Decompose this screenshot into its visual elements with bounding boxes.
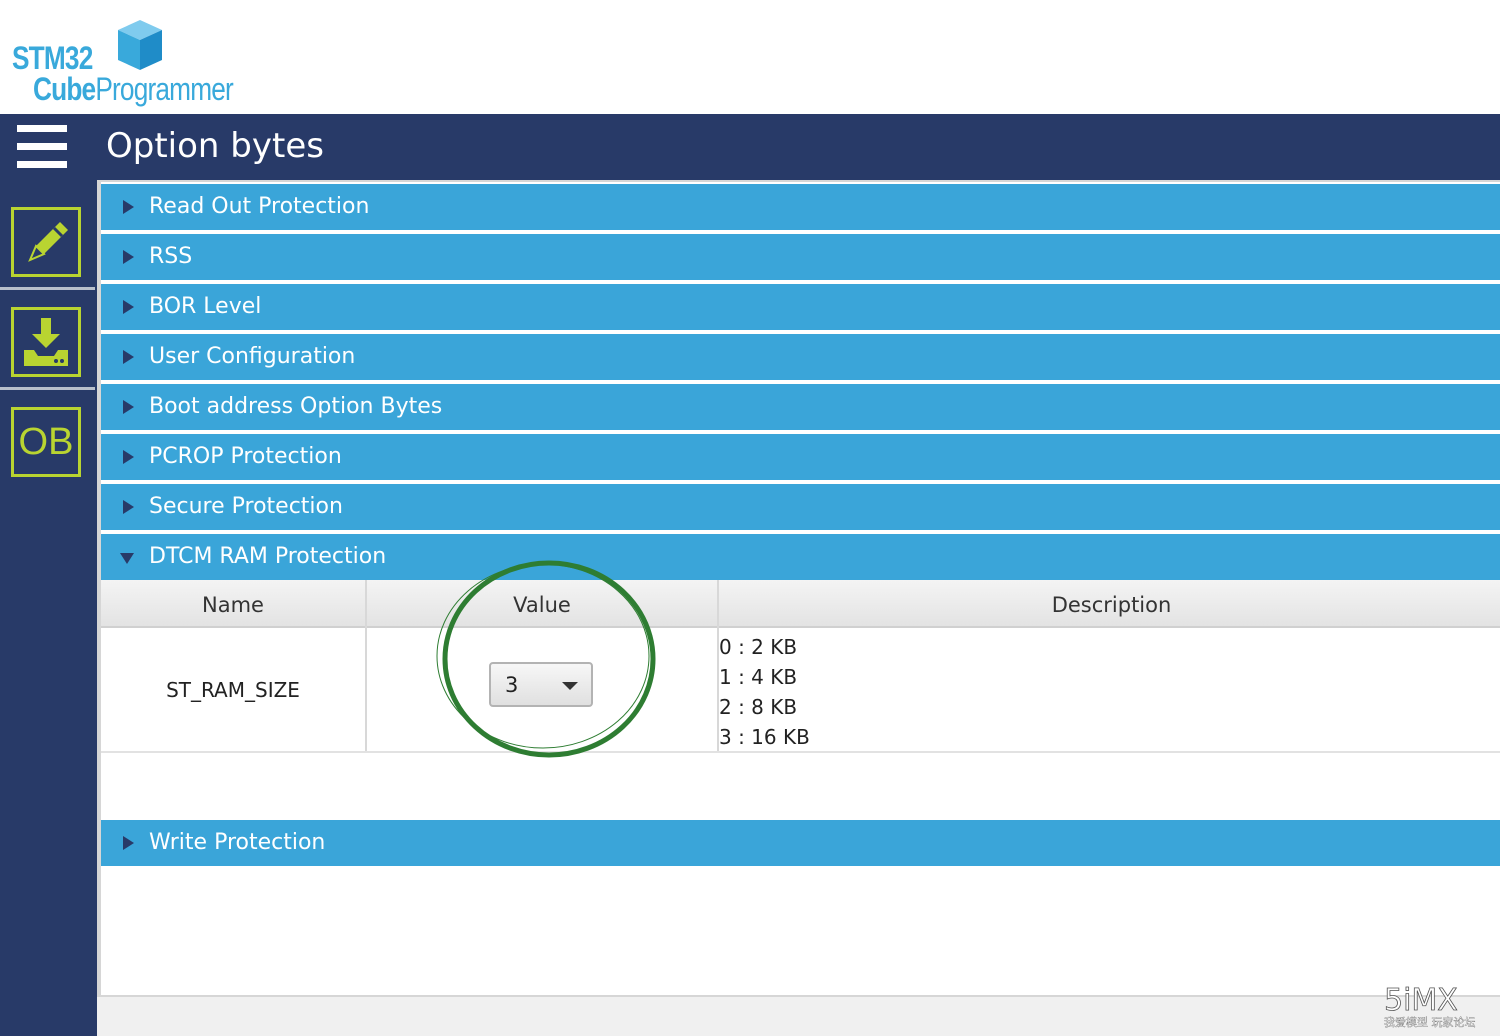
section-read-out-protection[interactable]: Read Out Protection [101,184,1500,230]
section-dtcm-ram-protection[interactable]: DTCM RAM Protection [101,534,1500,580]
option-bytes-panel: Read Out Protection RSS BOR Level User C… [97,180,1500,995]
chevron-right-icon [123,250,134,264]
section-label: Read Out Protection [149,194,370,219]
row-name-st-ram-size: ST_RAM_SIZE [166,678,300,702]
download-icon [24,318,68,366]
chevron-right-icon [123,500,134,514]
column-header-name[interactable]: Name [101,580,365,628]
chevron-right-icon [123,836,134,850]
watermark-logo: 5iMX 我爱模型 玩家论坛 [1384,983,1476,1030]
description-line: 3 : 16 KB [719,725,810,749]
section-label: User Configuration [149,344,356,369]
section-label: DTCM RAM Protection [149,544,387,569]
sidebar-divider [0,287,95,290]
section-boot-address-option-bytes[interactable]: Boot address Option Bytes [101,384,1500,430]
section-bor-level[interactable]: BOR Level [101,284,1500,330]
chevron-down-icon [120,553,134,564]
section-label: Secure Protection [149,494,343,519]
watermark-text: 5iMX [1384,983,1458,1018]
section-label: PCROP Protection [149,444,342,469]
chevron-right-icon [123,350,134,364]
logo-text-programmer: Programmer [95,71,233,107]
sidebar: OB [0,180,97,1036]
sidebar-divider [0,387,95,390]
top-bar: Option bytes [0,114,1500,180]
section-secure-protection[interactable]: Secure Protection [101,484,1500,530]
pencil-icon [28,222,68,262]
select-value: 3 [505,673,519,697]
description-line: 0 : 2 KB [719,635,798,659]
section-label: RSS [149,244,193,269]
section-write-protection[interactable]: Write Protection [101,820,1500,866]
section-label: BOR Level [149,294,262,319]
dtcm-ram-table: Name Value Description ST_RAM_SIZE 3 0 :… [101,580,1500,816]
description-line: 2 : 8 KB [719,695,798,719]
ob-icon: OB [18,421,74,463]
section-label: Write Protection [149,830,326,855]
column-header-value[interactable]: Value [367,580,717,628]
chevron-right-icon [123,450,134,464]
logo-text-cube: Cube [33,71,96,107]
st-ram-size-select[interactable]: 3 [489,662,593,707]
chevron-down-icon [562,682,578,690]
section-user-configuration[interactable]: User Configuration [101,334,1500,380]
column-header-description[interactable]: Description [719,580,1500,628]
sidebar-item-option-bytes[interactable]: OB [11,407,81,477]
description-line: 1 : 4 KB [719,665,798,689]
section-label: Boot address Option Bytes [149,394,443,419]
status-strip [97,995,1500,1036]
logo-text-cubeprogrammer: CubeProgrammer [33,71,234,108]
chevron-right-icon [123,200,134,214]
chevron-right-icon [123,400,134,414]
logo-area: STM32 CubeProgrammer [0,0,1500,114]
cube-logo-icon [118,20,162,70]
sidebar-item-erasing-programming[interactable] [11,207,81,277]
section-rss[interactable]: RSS [101,234,1500,280]
page-title: Option bytes [106,126,324,166]
row-divider [101,751,1500,753]
sidebar-item-download[interactable] [11,307,81,377]
chevron-right-icon [123,300,134,314]
watermark-subtext: 我爱模型 玩家论坛 [1384,1015,1476,1029]
row-description: 0 : 2 KB 1 : 4 KB 2 : 8 KB 3 : 16 KB [719,632,810,752]
column-divider [365,580,367,752]
section-pcrop-protection[interactable]: PCROP Protection [101,434,1500,480]
menu-icon[interactable] [17,125,67,169]
